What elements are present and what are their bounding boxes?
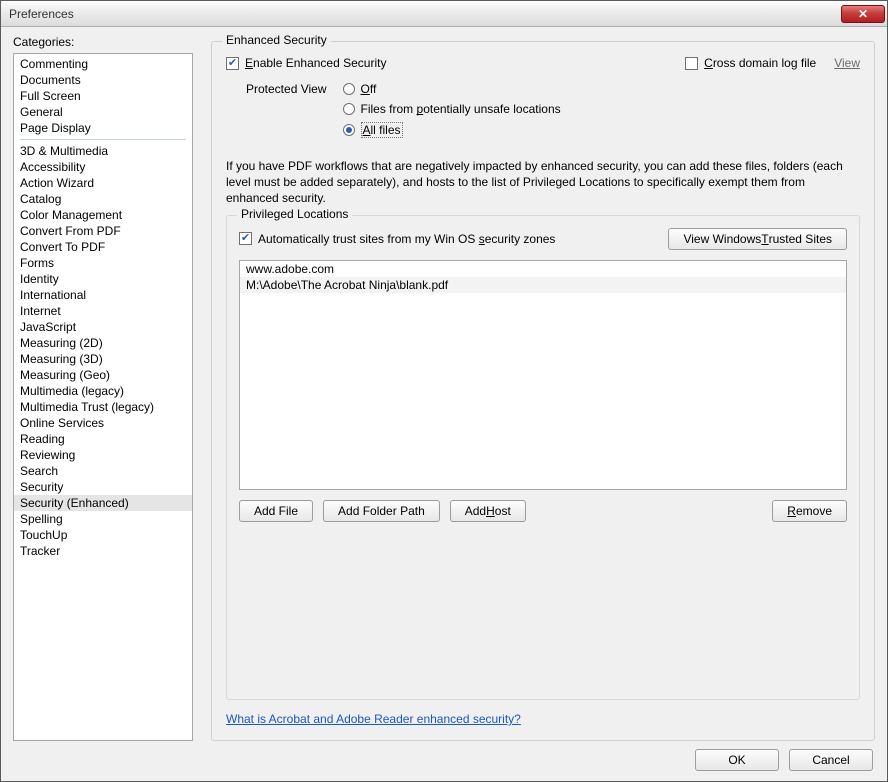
cancel-button[interactable]: Cancel: [789, 749, 873, 771]
category-item[interactable]: Full Screen: [14, 88, 192, 104]
protected-view-label: Protected View: [246, 82, 333, 96]
window-title: Preferences: [9, 7, 841, 21]
category-item[interactable]: Measuring (3D): [14, 351, 192, 367]
auto-trust-checkbox[interactable]: [239, 232, 252, 245]
category-item[interactable]: Tracker: [14, 543, 192, 559]
category-item[interactable]: TouchUp: [14, 527, 192, 543]
close-button[interactable]: ✕: [841, 5, 885, 23]
category-item[interactable]: Action Wizard: [14, 175, 192, 191]
category-item[interactable]: General: [14, 104, 192, 120]
category-item[interactable]: Accessibility: [14, 159, 192, 175]
enable-enhanced-security-label: Enable Enhanced Security: [245, 56, 386, 70]
category-item[interactable]: Reviewing: [14, 447, 192, 463]
protected-view-unsafe-radio[interactable]: [343, 103, 355, 115]
privileged-locations-group: Privileged Locations Automatically trust…: [226, 215, 860, 700]
location-item[interactable]: www.adobe.com: [240, 261, 846, 277]
protected-view-off-radio[interactable]: [343, 83, 355, 95]
auto-trust-label: Automatically trust sites from my Win OS…: [258, 232, 555, 246]
category-item[interactable]: Multimedia Trust (legacy): [14, 399, 192, 415]
category-item[interactable]: Multimedia (legacy): [14, 383, 192, 399]
category-item[interactable]: Spelling: [14, 511, 192, 527]
add-folder-path-button[interactable]: Add Folder Path: [323, 500, 440, 522]
titlebar: Preferences ✕: [1, 1, 887, 27]
category-item[interactable]: Measuring (Geo): [14, 367, 192, 383]
view-log-link[interactable]: View: [834, 56, 860, 70]
category-item[interactable]: Security (Enhanced): [14, 495, 192, 511]
remove-button[interactable]: Remove: [772, 500, 847, 522]
category-item[interactable]: Forms: [14, 255, 192, 271]
privileged-locations-list[interactable]: www.adobe.comM:\Adobe\The Acrobat Ninja\…: [239, 260, 847, 490]
protected-view-off-label: Off: [361, 82, 377, 96]
enhanced-security-group: Enhanced Security Enable Enhanced Securi…: [211, 41, 875, 741]
protected-view-all-label: All files: [361, 122, 403, 138]
categories-list[interactable]: CommentingDocumentsFull ScreenGeneralPag…: [13, 53, 193, 741]
dialog-footer: OK Cancel: [13, 741, 875, 771]
add-file-button[interactable]: Add File: [239, 500, 313, 522]
category-item[interactable]: Page Display: [14, 120, 192, 136]
category-item[interactable]: Reading: [14, 431, 192, 447]
category-item[interactable]: Catalog: [14, 191, 192, 207]
enhanced-security-legend: Enhanced Security: [222, 33, 331, 47]
categories-panel: Categories: CommentingDocumentsFull Scre…: [13, 35, 193, 741]
category-item[interactable]: Internet: [14, 303, 192, 319]
category-item[interactable]: International: [14, 287, 192, 303]
help-link[interactable]: What is Acrobat and Adobe Reader enhance…: [226, 712, 521, 726]
close-icon: ✕: [858, 7, 868, 21]
category-item[interactable]: Online Services: [14, 415, 192, 431]
protected-view-all-radio[interactable]: [343, 124, 355, 136]
category-item[interactable]: Convert To PDF: [14, 239, 192, 255]
category-separator: [20, 139, 186, 140]
privileged-locations-legend: Privileged Locations: [237, 207, 352, 221]
category-item[interactable]: JavaScript: [14, 319, 192, 335]
enable-enhanced-security-checkbox[interactable]: [226, 57, 239, 70]
category-item[interactable]: Convert From PDF: [14, 223, 192, 239]
ok-button[interactable]: OK: [695, 749, 779, 771]
category-item[interactable]: Documents: [14, 72, 192, 88]
category-item[interactable]: Measuring (2D): [14, 335, 192, 351]
category-item[interactable]: Search: [14, 463, 192, 479]
add-host-button[interactable]: Add Host: [450, 500, 526, 522]
categories-label: Categories:: [13, 35, 193, 49]
protected-view-unsafe-label: Files from potentially unsafe locations: [361, 102, 561, 116]
category-item[interactable]: Color Management: [14, 207, 192, 223]
category-item[interactable]: 3D & Multimedia: [14, 143, 192, 159]
category-item[interactable]: Identity: [14, 271, 192, 287]
location-item[interactable]: M:\Adobe\The Acrobat Ninja\blank.pdf: [240, 277, 846, 293]
view-trusted-sites-button[interactable]: View Windows Trusted Sites: [668, 228, 847, 250]
cross-domain-log-checkbox[interactable]: [685, 57, 698, 70]
privileged-description: If you have PDF workflows that are negat…: [226, 158, 860, 207]
category-item[interactable]: Security: [14, 479, 192, 495]
category-item[interactable]: Commenting: [14, 56, 192, 72]
cross-domain-log-label: Cross domain log file: [704, 56, 816, 70]
